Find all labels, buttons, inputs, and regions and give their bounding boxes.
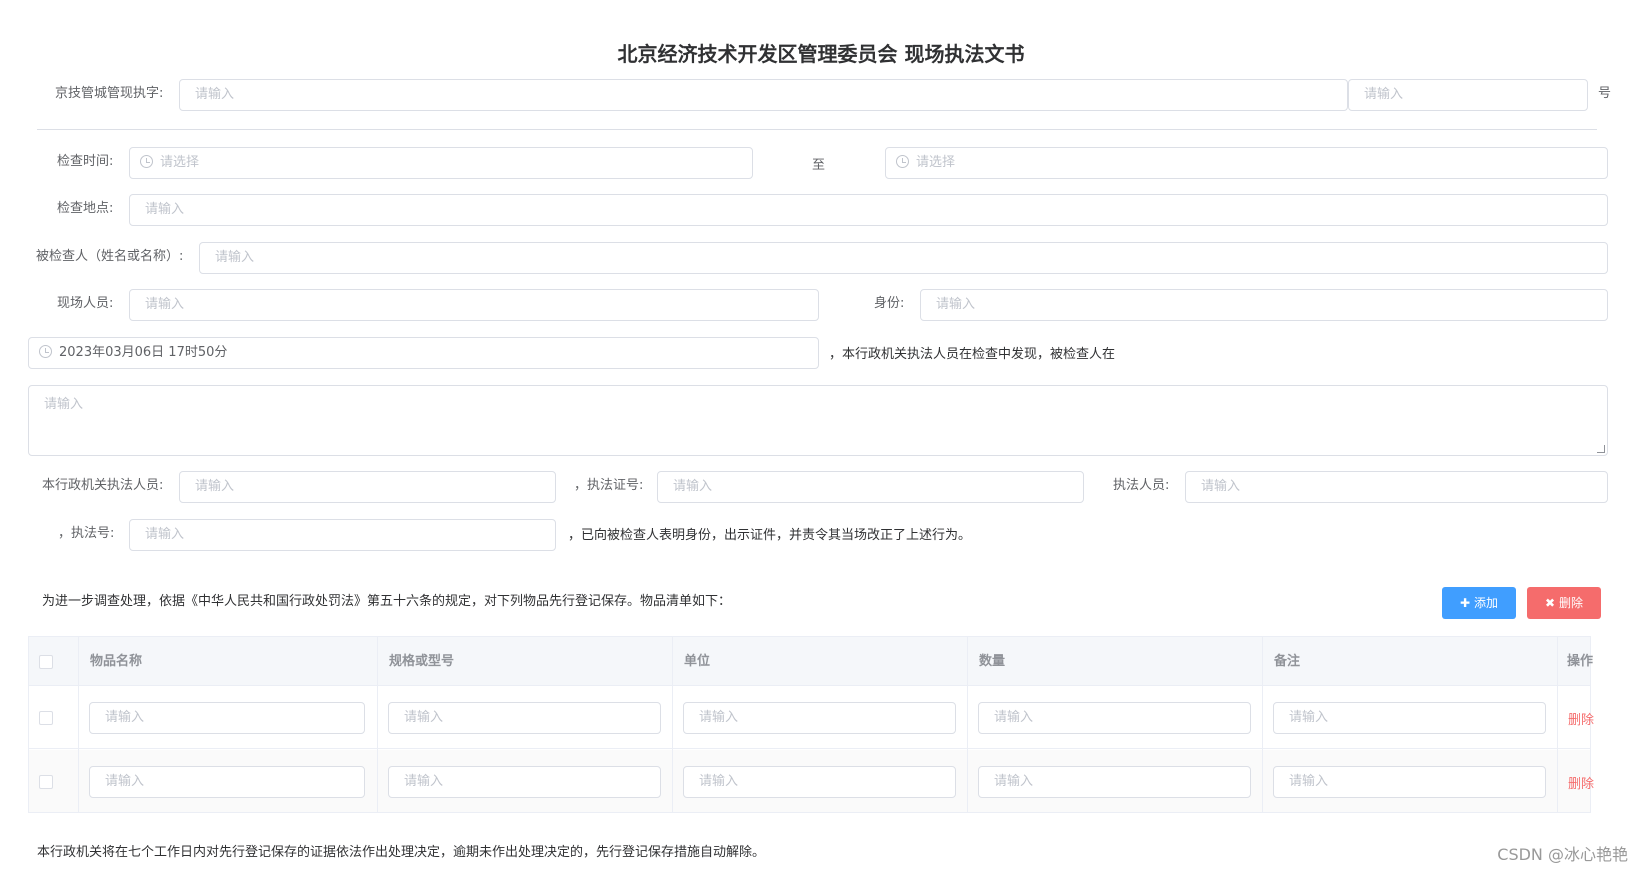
- header-quantity: 数量: [979, 654, 1006, 669]
- column-divider: [672, 637, 673, 812]
- clock-icon: [39, 345, 52, 358]
- table-row: 请输入 请输入 请输入 请输入 请输入 删除: [29, 750, 1594, 813]
- officer2-label: 执法人员:: [1113, 478, 1170, 493]
- item-name-input[interactable]: 请输入: [89, 702, 365, 734]
- column-divider: [1262, 637, 1263, 812]
- row-delete-link[interactable]: 删除: [1568, 709, 1594, 728]
- table-row: 请输入 请输入 请输入 请输入 请输入 删除: [29, 686, 1594, 749]
- item-name-input[interactable]: 请输入: [89, 766, 365, 798]
- shown-identity-text: ，已向被检查人表明身份，出示证件，并责令其当场改正了上述行为。: [568, 528, 972, 543]
- header-unit: 单位: [684, 654, 711, 669]
- close-icon: ✖: [1544, 596, 1556, 610]
- clock-icon: [896, 155, 909, 168]
- law-number-input[interactable]: 请输入: [129, 519, 556, 551]
- remark-input[interactable]: 请输入: [1273, 702, 1546, 734]
- onsite-personnel-label: 现场人员:: [57, 296, 114, 311]
- header-item-name: 物品名称: [90, 654, 143, 669]
- inspected-party-label: 被检查人（姓名或名称）:: [36, 249, 184, 264]
- quantity-input[interactable]: 请输入: [978, 766, 1251, 798]
- unit-input[interactable]: 请输入: [683, 702, 956, 734]
- row-checkbox[interactable]: [39, 775, 53, 789]
- case-number-input[interactable]: 请输入: [1348, 79, 1588, 111]
- table-header: 物品名称 规格或型号 单位 数量 备注 操作: [29, 637, 1594, 686]
- column-divider: [78, 637, 79, 812]
- onsite-personnel-input[interactable]: 请输入: [129, 289, 819, 321]
- header-remark: 备注: [1274, 654, 1301, 669]
- inspect-end-time-picker[interactable]: 请选择: [885, 147, 1608, 179]
- resize-handle[interactable]: [1597, 445, 1605, 453]
- location-label: 检查地点:: [57, 201, 114, 216]
- to-label: 至: [812, 158, 826, 173]
- case-number-prefix-input[interactable]: 请输入: [179, 79, 1348, 111]
- start-time-placeholder: 请选择: [160, 155, 200, 170]
- found-datetime-picker[interactable]: 2023年03月06日 17时50分: [28, 337, 819, 369]
- textarea-placeholder: 请输入: [44, 397, 84, 412]
- header-spec: 规格或型号: [389, 654, 455, 669]
- watermark: CSDN @冰心艳艳: [1497, 845, 1628, 864]
- column-divider: [967, 637, 968, 812]
- add-button-label: 添加: [1474, 596, 1499, 610]
- quantity-input[interactable]: 请输入: [978, 702, 1251, 734]
- page-title: 北京经济技术开发区管理委员会 现场执法文书: [617, 42, 1025, 66]
- unit-input[interactable]: 请输入: [683, 766, 956, 798]
- officer-label: 本行政机关执法人员:: [42, 478, 164, 493]
- certificate-input[interactable]: 请输入: [657, 471, 1084, 503]
- number-suffix: 号: [1598, 86, 1612, 101]
- officer2-input[interactable]: 请输入: [1185, 471, 1608, 503]
- delete-button-label: 删除: [1559, 596, 1584, 610]
- plus-icon: ✚: [1459, 596, 1471, 610]
- violation-description-textarea[interactable]: 请输入: [28, 385, 1608, 456]
- add-button[interactable]: ✚ 添加: [1442, 587, 1516, 619]
- select-all-checkbox[interactable]: [39, 655, 53, 669]
- header-action: 操作: [1567, 654, 1594, 669]
- law-number-label: ，执法号:: [58, 526, 115, 541]
- items-intro-text: 为进一步调查处理，依据《中华人民共和国行政处罚法》第五十六条的规定，对下列物品先…: [42, 594, 732, 609]
- inspected-party-input[interactable]: 请输入: [199, 242, 1608, 274]
- spec-input[interactable]: 请输入: [388, 766, 661, 798]
- items-table: 物品名称 规格或型号 单位 数量 备注 操作 请输入 请输入 请输入 请输入 请…: [28, 636, 1594, 813]
- divider: [37, 129, 1597, 130]
- column-divider: [377, 637, 378, 812]
- certificate-label: ，执法证号:: [574, 478, 644, 493]
- clock-icon: [140, 155, 153, 168]
- delete-button[interactable]: ✖ 删除: [1527, 587, 1601, 619]
- case-number-label: 京技管城管现执字:: [55, 86, 164, 101]
- row-checkbox[interactable]: [39, 711, 53, 725]
- footer-notice: 本行政机关将在七个工作日内对先行登记保存的证据依法作出处理决定，逾期未作出处理决…: [37, 845, 766, 860]
- found-statement-text: ，本行政机关执法人员在检查中发现，被检查人在: [829, 347, 1116, 362]
- row-delete-link[interactable]: 删除: [1568, 773, 1594, 792]
- identity-label: 身份:: [874, 296, 905, 311]
- inspect-time-label: 检查时间:: [57, 154, 114, 169]
- column-divider: [1557, 637, 1558, 812]
- inspect-start-time-picker[interactable]: 请选择: [129, 147, 753, 179]
- end-time-placeholder: 请选择: [916, 155, 956, 170]
- location-input[interactable]: 请输入: [129, 194, 1608, 226]
- identity-input[interactable]: 请输入: [920, 289, 1608, 321]
- remark-input[interactable]: 请输入: [1273, 766, 1546, 798]
- spec-input[interactable]: 请输入: [388, 702, 661, 734]
- officer-input[interactable]: 请输入: [179, 471, 556, 503]
- found-datetime-value: 2023年03月06日 17时50分: [59, 345, 228, 360]
